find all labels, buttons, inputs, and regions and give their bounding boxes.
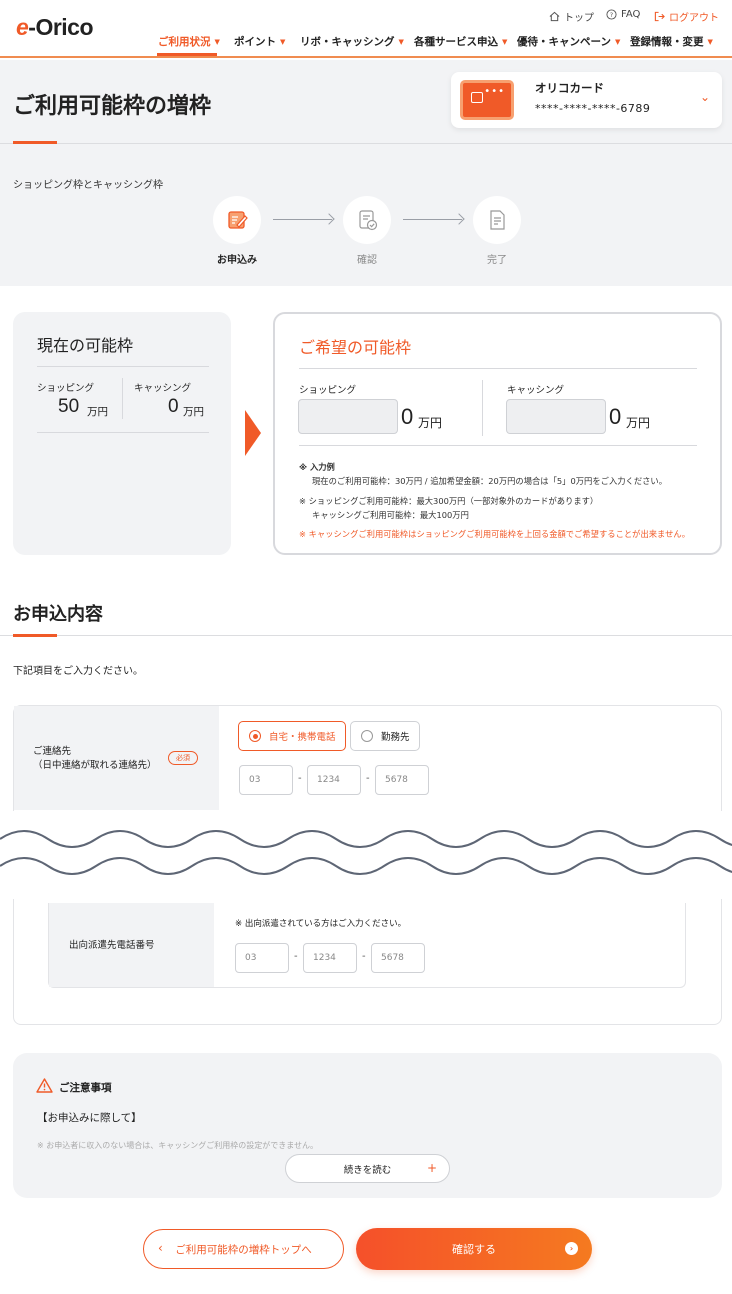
confirm-document-icon: [359, 210, 378, 231]
unit-label: 万円: [626, 416, 651, 430]
top-link[interactable]: トップ: [549, 9, 594, 24]
required-badge: 必須: [168, 751, 198, 765]
confirm-button[interactable]: 確認する ›: [356, 1228, 592, 1270]
caret-down-icon: ▼: [280, 37, 286, 46]
caret-down-icon: ▼: [707, 37, 713, 46]
step-label-complete: 完了: [487, 255, 507, 266]
site-header: e-Orico トップ ? FAQ ログアウト ご利用状況 ▼ ポイント ▼ リボ・…: [0, 0, 732, 58]
contact-label: ご連絡先: [33, 746, 72, 757]
credit-card-icon: •••: [460, 80, 514, 120]
card-selector[interactable]: ••• オリコカード ****-****-****-6789 ⌄: [451, 72, 722, 128]
caret-down-icon: ▼: [614, 37, 621, 46]
tel-area-input[interactable]: 03: [239, 765, 293, 795]
step-complete: [473, 196, 521, 244]
example-note-heading: ※ 入力例: [299, 462, 335, 472]
shopping-amount-input[interactable]: [298, 399, 398, 434]
step-confirm: [343, 196, 391, 244]
home-icon: [549, 11, 560, 22]
unit-label: 万円: [418, 416, 443, 430]
arrow-right-icon: [245, 410, 261, 456]
desired-shopping-value: 0: [401, 404, 414, 429]
shopping-label: ショッピング: [37, 383, 95, 394]
dispatch-note: ※ 出向派遣されている方はご入力ください。: [235, 919, 407, 929]
title-accent: [13, 141, 57, 144]
radio-selected-icon: [249, 730, 261, 742]
nav-active-indicator: [157, 53, 217, 56]
nav-registration[interactable]: 登録情報・変更 ▼: [630, 34, 713, 49]
radio-home-phone[interactable]: 自宅・携帯電話: [238, 721, 346, 751]
desired-limit-card: ご希望の可能枠 ショッピング キャッシング 0 万円 0 万円 ※ 入力例 現在…: [273, 312, 722, 555]
dispatch-label: 出向派遣先電話番号: [69, 940, 155, 951]
caret-down-icon: ▼: [502, 37, 508, 46]
max-limit-note: ※ ショッピングご利用可能枠：最大300万円（一部対象外のカードがあります）: [299, 496, 599, 506]
chevron-right-circle-icon: ›: [565, 1242, 578, 1255]
eorico-logo[interactable]: e-Orico: [16, 14, 94, 41]
tel-exchange-input[interactable]: 1234: [307, 765, 361, 795]
section-accent: [13, 634, 57, 637]
faq-link[interactable]: ? FAQ: [606, 9, 640, 20]
warning-icon: [36, 1078, 53, 1093]
notice-preview-text: ※ お申込者に収入のない場合は、キャッシングご利用枠の設定ができません。: [37, 1141, 319, 1150]
contact-label-sub: （日中連絡が取れる連絡先）: [33, 760, 157, 771]
chevron-down-icon: ⌄: [699, 90, 710, 104]
nav-usage[interactable]: ご利用状況 ▼: [158, 34, 220, 49]
plus-icon: +: [426, 1161, 437, 1175]
current-limit-card: 現在の可能枠 ショッピング キャッシング 50 万円 0 万円: [13, 312, 231, 555]
divider: [0, 143, 732, 144]
step-arrow: [403, 219, 462, 220]
current-limit-title: 現在の可能枠: [37, 336, 134, 355]
unit-label: 万円: [87, 406, 108, 418]
card-number: ****-****-****-6789: [535, 102, 651, 115]
edit-form-icon: [228, 211, 248, 229]
dispatch-tel-exchange-input[interactable]: 1234: [303, 943, 357, 973]
cashing-warning-note: ※ キャッシングご利用可能枠はショッピングご利用可能枠を上回る金額でご希望するこ…: [299, 529, 691, 539]
card-name: オリコカード: [535, 81, 604, 95]
nav-points[interactable]: ポイント ▼: [234, 34, 285, 49]
radio-icon: [361, 730, 373, 742]
document-icon: [490, 210, 505, 230]
chevron-left-icon: ‹: [158, 1241, 163, 1255]
current-shopping-value: 50: [58, 396, 80, 417]
cashing-label: キャッシング: [134, 383, 192, 394]
content-break: [0, 811, 732, 899]
step-label-apply: お申込み: [217, 255, 257, 266]
nav-service-application[interactable]: 各種サービス申込 ▼: [414, 34, 507, 49]
wave-separator: [0, 830, 732, 875]
dispatch-tel-area-input[interactable]: 03: [235, 943, 289, 973]
example-note: 現在のご利用可能枠：30万円 / 追加希望金額：20万円の場合は「5」0万円をご…: [312, 476, 668, 486]
desired-limit-title: ご希望の可能枠: [299, 338, 412, 357]
caret-down-icon: ▼: [214, 37, 220, 46]
radio-workplace[interactable]: 勤務先: [350, 721, 420, 751]
dispatch-tel-number-input[interactable]: 5678: [371, 943, 425, 973]
logout-link[interactable]: ログアウト: [654, 9, 719, 24]
nav-benefits-campaign[interactable]: 優待・キャンペーン ▼: [517, 34, 620, 49]
page-title: ご利用可能枠の増枠: [13, 94, 212, 119]
shopping-label: ショッピング: [299, 385, 357, 396]
notice-subtitle: 【お申込みに際して】: [37, 1112, 142, 1124]
step-arrow: [273, 219, 332, 220]
notice-title: ご注意事項: [59, 1082, 112, 1094]
step-label-confirm: 確認: [357, 255, 377, 266]
help-icon: ?: [606, 9, 617, 20]
divider: [0, 635, 732, 636]
section-title: お申込内容: [13, 604, 103, 625]
max-cashing-note: キャッシングご利用可能枠：最大100万円: [312, 510, 469, 520]
logout-icon: [654, 11, 665, 22]
desired-cashing-value: 0: [609, 404, 622, 429]
svg-text:?: ?: [610, 11, 613, 19]
limit-type-heading: ショッピング枠とキャッシング枠: [13, 180, 163, 191]
cashing-amount-input[interactable]: [506, 399, 606, 434]
caret-down-icon: ▼: [398, 37, 404, 46]
read-more-button[interactable]: 続きを読む +: [285, 1154, 450, 1183]
back-to-top-button[interactable]: ‹ ご利用可能枠の増枠トップへ: [143, 1229, 344, 1269]
cashing-label: キャッシング: [507, 385, 565, 396]
instruction-text: 下記項目をご入力ください。: [13, 666, 143, 677]
step-apply: [213, 196, 261, 244]
tel-number-input[interactable]: 5678: [375, 765, 429, 795]
current-cashing-value: 0: [168, 396, 179, 417]
unit-label: 万円: [183, 406, 204, 418]
nav-revolving-cashing[interactable]: リボ・キャッシング ▼: [300, 34, 404, 49]
